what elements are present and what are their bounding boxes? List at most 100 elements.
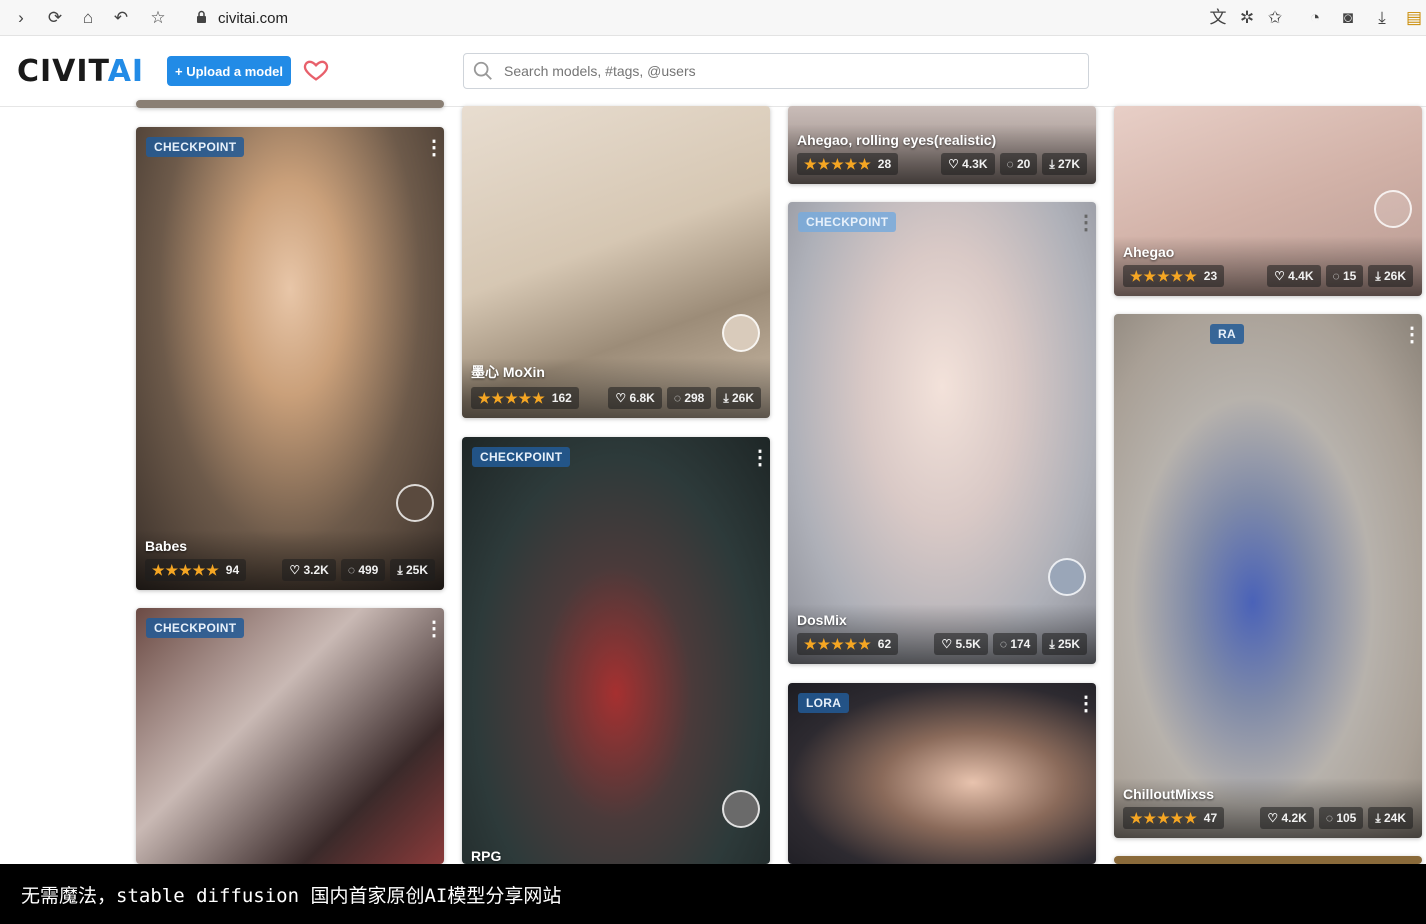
rating-pill: ★★★★★ 94	[145, 559, 247, 581]
creator-avatar[interactable]	[1048, 558, 1086, 596]
download-icon: ⤓	[1375, 810, 1384, 825]
translate-icon[interactable]: 文	[1207, 6, 1229, 28]
creator-avatar[interactable]	[396, 484, 434, 522]
model-type-badge: CHECKPOINT	[472, 447, 571, 467]
caption-banner: 无需魔法，stable diffusion 国内首家原创AI模型分享网站	[0, 864, 1426, 924]
notes-icon[interactable]: ▤	[1403, 6, 1425, 28]
rating-count: 28	[877, 157, 892, 171]
rating-count: 62	[877, 637, 892, 651]
heart-outline-icon: ♡	[941, 637, 956, 651]
model-preview-image[interactable]	[788, 202, 1096, 664]
screenshot-icon[interactable]: ◙	[1337, 6, 1359, 28]
rating-pill: ★★★★★ 28	[797, 153, 899, 175]
heart-icon[interactable]	[302, 56, 330, 84]
model-stats: ★★★★★ 23 ♡ 4.4K ◌ 15 ⤓ 26K	[1123, 265, 1413, 287]
model-title[interactable]: Ahegao	[1123, 244, 1174, 260]
model-card[interactable]: CHECKPOINT ⋮ DosMix ★★★★★ 62 ♡ 5.5K ◌ 174…	[788, 202, 1096, 664]
model-preview-image[interactable]	[136, 127, 444, 590]
site-header: CIVITAI + Upload a model	[0, 36, 1426, 107]
star-rating-icon: ★★★★★	[1130, 809, 1198, 826]
model-title[interactable]: DosMix	[797, 612, 847, 628]
download-icon[interactable]: ⤓	[1371, 6, 1393, 28]
more-menu-icon[interactable]: ⋮	[424, 619, 444, 639]
downloads-pill: ⤓ 26K	[1368, 265, 1413, 287]
model-card[interactable]: CHECKPOINT ⋮ Babes ★★★★★ 94 ♡ 3.2K ◌ 499 …	[136, 127, 444, 590]
history-icon[interactable]: ◔	[1304, 6, 1326, 28]
comments-count: 105	[1336, 811, 1357, 825]
model-card[interactable]: 墨心 MoXin ★★★★★ 162 ♡ 6.8K ◌ 298 ⤓ 26K	[462, 106, 770, 418]
favorite-star-icon[interactable]: ☆	[147, 6, 169, 28]
upload-model-button[interactable]: + Upload a model	[167, 56, 291, 86]
search-box[interactable]	[463, 53, 1089, 89]
logo-ai-text: AI	[107, 54, 145, 89]
comment-icon: ◌	[1332, 269, 1343, 283]
creator-avatar[interactable]	[722, 790, 760, 828]
rating-pill: ★★★★★ 62	[797, 633, 899, 655]
undo-icon[interactable]: ↶	[110, 6, 132, 28]
model-title[interactable]: 墨心 MoXin	[471, 362, 545, 382]
downloads-pill: ⤓ 27K	[1042, 153, 1087, 175]
more-menu-icon[interactable]: ⋮	[1076, 213, 1096, 233]
model-preview-image[interactable]	[1114, 314, 1422, 838]
comments-count: 298	[684, 391, 705, 405]
creator-avatar[interactable]	[1374, 190, 1412, 228]
model-card[interactable]: RA ⋮ ChilloutMixss ★★★★★ 47 ♡ 4.2K ◌ 105 …	[1114, 314, 1422, 838]
likes-pill: ♡ 4.2K	[1260, 807, 1314, 829]
comment-icon: ◌	[347, 563, 359, 577]
model-type-badge: CHECKPOINT	[146, 137, 245, 157]
rating-count: 47	[1203, 811, 1218, 825]
lock-icon	[196, 10, 208, 27]
model-card[interactable]: LORA ⋮	[788, 683, 1096, 864]
heart-outline-icon: ♡	[1267, 811, 1282, 825]
rating-count: 94	[225, 563, 240, 577]
caption-text: 无需魔法，stable diffusion 国内首家原创AI模型分享网站	[21, 884, 562, 907]
more-menu-icon[interactable]: ⋮	[424, 138, 444, 158]
model-card[interactable]: Ahegao, rolling eyes(realistic) ★★★★★ 28 …	[788, 106, 1096, 184]
more-menu-icon[interactable]: ⋮	[750, 448, 770, 468]
star-rating-icon: ★★★★★	[804, 155, 872, 172]
model-stats: ★★★★★ 162 ♡ 6.8K ◌ 298 ⤓ 26K	[471, 387, 761, 409]
model-title[interactable]: Babes	[145, 538, 187, 554]
more-menu-icon[interactable]: ⋮	[1402, 325, 1422, 345]
comments-pill: ◌ 174	[992, 633, 1038, 655]
rating-pill: ★★★★★ 162	[471, 387, 579, 409]
comments-pill: ◌ 20	[999, 153, 1038, 175]
comments-count: 20	[1016, 157, 1031, 171]
likes-pill: ♡ 5.5K	[934, 633, 988, 655]
model-card-partial[interactable]	[1114, 856, 1422, 864]
civitai-logo[interactable]: CIVITAI	[17, 54, 144, 89]
downloads-count: 24K	[1383, 811, 1406, 825]
model-title[interactable]: RPG	[471, 848, 501, 864]
model-card-partial[interactable]	[136, 100, 444, 108]
add-favorite-icon[interactable]: ✩	[1264, 6, 1286, 28]
likes-count: 4.2K	[1281, 811, 1307, 825]
home-icon[interactable]: ⌂	[77, 6, 99, 28]
model-stats: ★★★★★ 47 ♡ 4.2K ◌ 105 ⤓ 24K	[1123, 807, 1413, 829]
model-stats: ★★★★★ 62 ♡ 5.5K ◌ 174 ⤓ 25K	[797, 633, 1087, 655]
likes-count: 4.4K	[1288, 269, 1314, 283]
model-title[interactable]: ChilloutMixss	[1123, 786, 1214, 802]
model-card[interactable]: CHECKPOINT ⋮	[136, 608, 444, 864]
downloads-count: 25K	[405, 563, 428, 577]
forward-icon[interactable]: ›	[10, 6, 32, 28]
model-card[interactable]: CHECKPOINT ⋮ RPG	[462, 437, 770, 864]
downloads-pill: ⤓ 26K	[716, 387, 761, 409]
search-input[interactable]	[502, 62, 1066, 80]
model-title[interactable]: Ahegao, rolling eyes(realistic)	[797, 132, 996, 148]
model-card[interactable]: Ahegao ★★★★★ 23 ♡ 4.4K ◌ 15 ⤓ 26K	[1114, 106, 1422, 296]
reload-icon[interactable]: ⟳	[44, 6, 66, 28]
model-preview-image[interactable]	[136, 608, 444, 864]
extensions-icon[interactable]: ✲	[1236, 6, 1258, 28]
star-rating-icon: ★★★★★	[804, 635, 872, 652]
comment-icon: ◌	[1006, 157, 1017, 171]
likes-pill: ♡ 4.3K	[941, 153, 995, 175]
logo-main-text: CIVIT	[17, 54, 108, 89]
model-stats: ★★★★★ 94 ♡ 3.2K ◌ 499 ⤓ 25K	[145, 559, 435, 581]
comment-icon: ◌	[673, 391, 685, 405]
address-bar[interactable]: civitai.com	[196, 8, 288, 28]
more-menu-icon[interactable]: ⋮	[1076, 694, 1096, 714]
comments-pill: ◌ 105	[1318, 807, 1364, 829]
creator-avatar[interactable]	[722, 314, 760, 352]
comments-pill: ◌ 298	[666, 387, 712, 409]
downloads-pill: ⤓ 25K	[1042, 633, 1087, 655]
